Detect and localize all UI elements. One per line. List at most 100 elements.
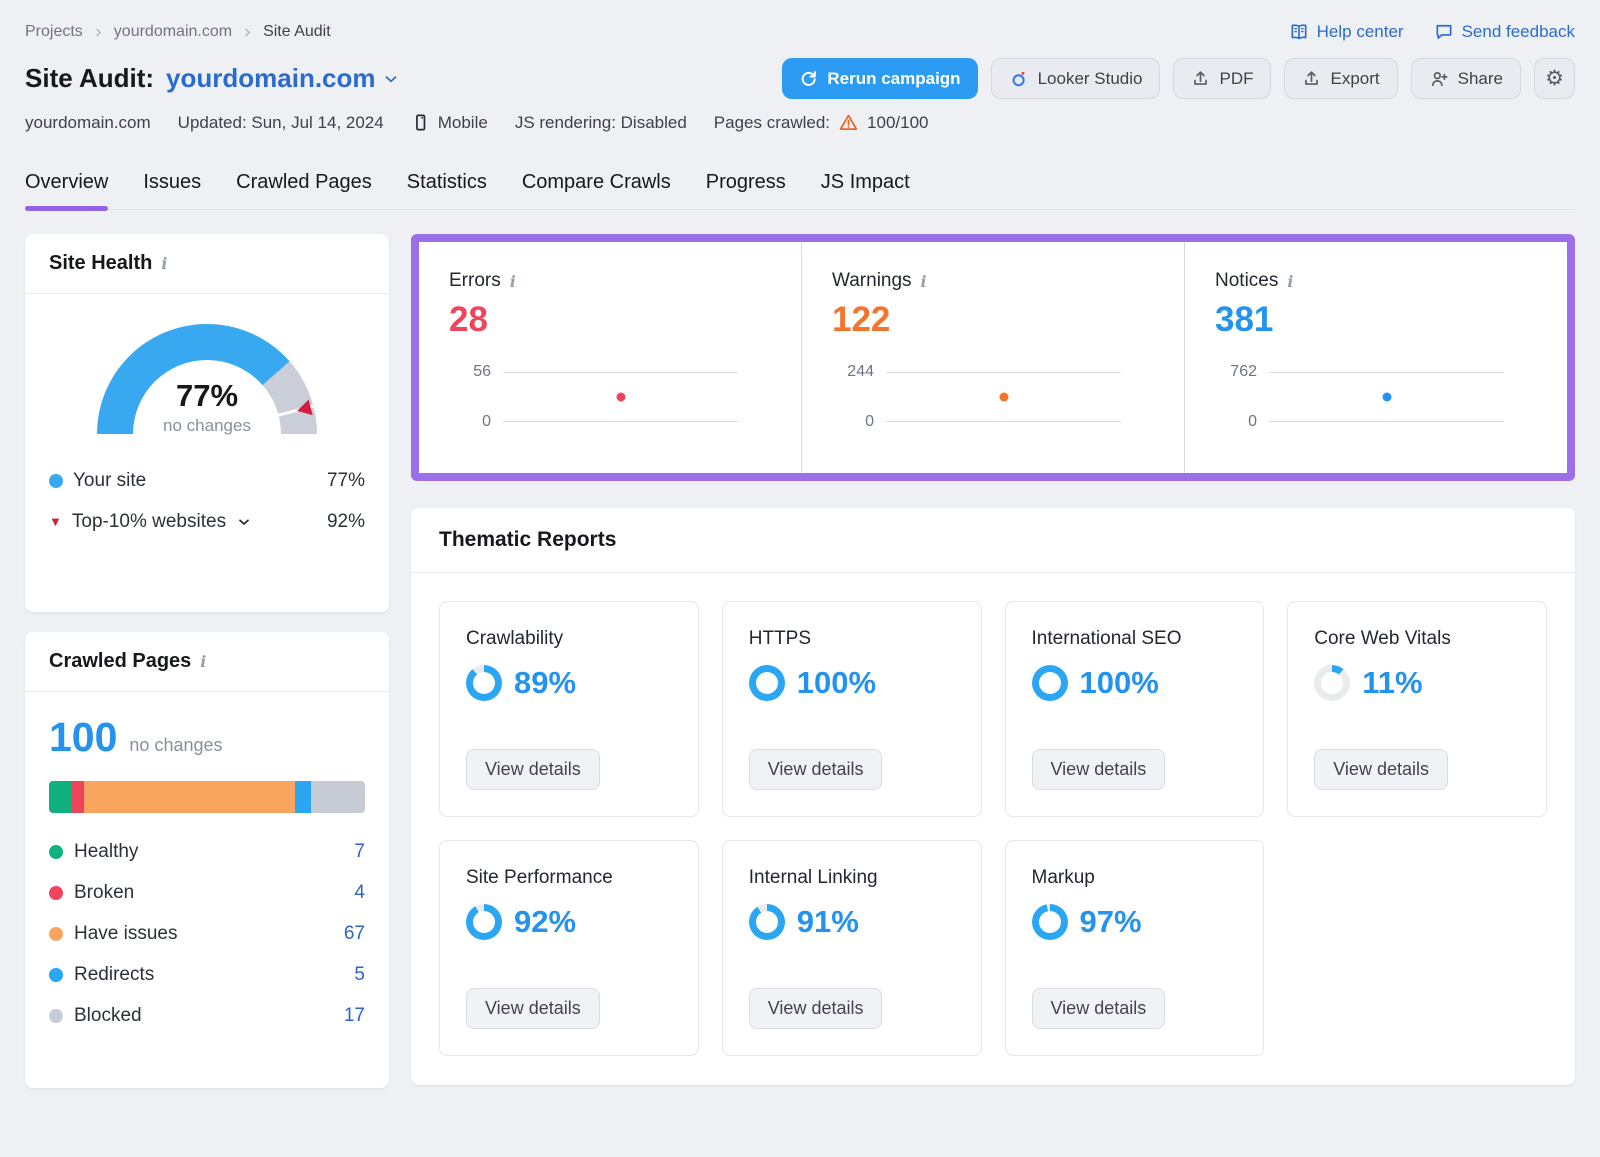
markup-donut-chart	[1032, 904, 1068, 940]
warnings-value[interactable]: 122	[832, 300, 1184, 340]
page-title: Site Audit:	[25, 63, 154, 94]
chat-icon	[1434, 22, 1454, 42]
warnings-trend-chart: 244 0	[832, 372, 1184, 422]
settings-gear-button[interactable]	[1534, 58, 1575, 99]
crawlability-view-details-button[interactable]: View details	[466, 749, 600, 790]
notices-value[interactable]: 381	[1215, 300, 1567, 340]
your-site-label: Your site	[73, 470, 146, 492]
notices-panel: Notices 381 762 0	[1184, 242, 1567, 473]
benchmark-label: Top-10% websites	[72, 511, 226, 533]
help-center-link[interactable]: Help center	[1289, 22, 1404, 42]
tab-bar: Overview Issues Crawled Pages Statistics…	[25, 171, 1575, 210]
errors-value[interactable]: 28	[449, 300, 801, 340]
meta-domain: yourdomain.com	[25, 113, 151, 133]
breadcrumb-domain[interactable]: yourdomain.com	[114, 23, 232, 41]
info-icon[interactable]	[1287, 272, 1293, 291]
export-label: Export	[1330, 69, 1379, 89]
bar-segment-blocked	[311, 781, 365, 813]
tab-crawled-pages[interactable]: Crawled Pages	[236, 171, 372, 209]
send-feedback-label: Send feedback	[1462, 22, 1575, 42]
tab-statistics[interactable]: Statistics	[407, 171, 487, 209]
tab-overview[interactable]: Overview	[25, 171, 108, 209]
site-health-score: 77%	[97, 378, 317, 414]
internal-linking-donut-chart	[749, 904, 785, 940]
blocked-count-link[interactable]: 17	[344, 1005, 365, 1027]
upload-icon	[1302, 69, 1321, 88]
pdf-button[interactable]: PDF	[1173, 58, 1271, 99]
chevron-right-icon	[92, 26, 105, 39]
bar-segment-broken	[71, 781, 84, 813]
notices-data-point[interactable]	[1382, 393, 1391, 402]
mobile-icon	[411, 113, 430, 132]
export-button[interactable]: Export	[1284, 58, 1397, 99]
bar-segment-have-issues	[84, 781, 296, 813]
internal-linking-view-details-button[interactable]: View details	[749, 988, 883, 1029]
site-performance-view-details-button[interactable]: View details	[466, 988, 600, 1029]
warnings-label: Warnings	[832, 270, 912, 292]
site-health-title: Site Health	[49, 252, 152, 275]
crawled-pages-title: Crawled Pages	[49, 650, 191, 673]
domain-selector[interactable]: yourdomain.com	[166, 63, 399, 94]
thematic-reports-title: Thematic Reports	[411, 508, 1575, 573]
info-icon[interactable]	[921, 272, 927, 291]
markup-view-details-button[interactable]: View details	[1032, 988, 1166, 1029]
help-center-label: Help center	[1317, 22, 1404, 42]
legend-row-broken: Broken 4	[49, 872, 365, 913]
warnings-data-point[interactable]	[999, 393, 1008, 402]
breadcrumb: Projects yourdomain.com Site Audit	[25, 23, 331, 41]
broken-count-link[interactable]: 4	[354, 882, 365, 904]
notices-axis-min: 0	[1215, 413, 1257, 431]
broken-label: Broken	[74, 882, 134, 904]
broken-dot-icon	[49, 886, 63, 900]
pdf-label: PDF	[1219, 69, 1253, 89]
info-icon[interactable]	[510, 272, 516, 291]
your-site-value: 77%	[327, 470, 365, 492]
pages-crawled-value: 100/100	[867, 113, 928, 133]
tab-issues[interactable]: Issues	[143, 171, 201, 209]
tab-js-impact[interactable]: JS Impact	[821, 171, 910, 209]
core-web-vitals-percent: 11%	[1362, 665, 1422, 701]
errors-axis-min: 0	[449, 413, 491, 431]
bar-segment-redirects	[295, 781, 311, 813]
https-label: HTTPS	[749, 628, 811, 650]
international-seo-donut-chart	[1032, 665, 1068, 701]
info-icon[interactable]	[200, 652, 206, 671]
warnings-axis-max: 244	[832, 363, 874, 381]
redirects-count-link[interactable]: 5	[354, 964, 365, 986]
international-seo-label: International SEO	[1032, 628, 1182, 650]
internal-linking-percent: 91%	[797, 904, 859, 940]
healthy-count-link[interactable]: 7	[354, 841, 365, 863]
thematic-card-https: HTTPS 100% View details	[722, 601, 982, 817]
international-seo-percent: 100%	[1080, 665, 1159, 701]
errors-label: Errors	[449, 270, 501, 292]
meta-device-label: Mobile	[438, 113, 488, 133]
chevron-down-icon[interactable]	[236, 514, 252, 530]
rerun-campaign-button[interactable]: Rerun campaign	[782, 58, 977, 99]
legend-row-redirects: Redirects 5	[49, 954, 365, 995]
have-issues-count-link[interactable]: 67	[344, 923, 365, 945]
breadcrumb-projects[interactable]: Projects	[25, 23, 83, 41]
meta-device: Mobile	[411, 113, 488, 133]
https-view-details-button[interactable]: View details	[749, 749, 883, 790]
send-feedback-link[interactable]: Send feedback	[1434, 22, 1575, 42]
thematic-reports-card: Thematic Reports Crawlability 89% View d…	[411, 508, 1575, 1085]
tab-progress[interactable]: Progress	[706, 171, 786, 209]
site-performance-percent: 92%	[514, 904, 576, 940]
crawled-pages-total: 100	[49, 714, 117, 761]
legend-row-benchmark[interactable]: ▼ Top-10% websites 92%	[49, 501, 365, 542]
book-icon	[1289, 22, 1309, 42]
looker-studio-button[interactable]: Looker Studio	[991, 58, 1161, 99]
errors-trend-chart: 56 0	[449, 372, 801, 422]
legend-row-blocked: Blocked 17	[49, 995, 365, 1036]
share-button[interactable]: Share	[1411, 58, 1521, 99]
info-icon[interactable]	[161, 254, 167, 273]
international-seo-view-details-button[interactable]: View details	[1032, 749, 1166, 790]
errors-data-point[interactable]	[616, 393, 625, 402]
crawled-pages-card: Crawled Pages 100 no changes	[25, 632, 389, 1088]
warnings-panel: Warnings 122 244 0	[801, 242, 1184, 473]
legend-row-have-issues: Have issues 67	[49, 913, 365, 954]
add-user-icon	[1429, 69, 1449, 89]
tab-compare-crawls[interactable]: Compare Crawls	[522, 171, 671, 209]
legend-row-your-site: Your site 77%	[49, 460, 365, 501]
core-web-vitals-view-details-button[interactable]: View details	[1314, 749, 1448, 790]
